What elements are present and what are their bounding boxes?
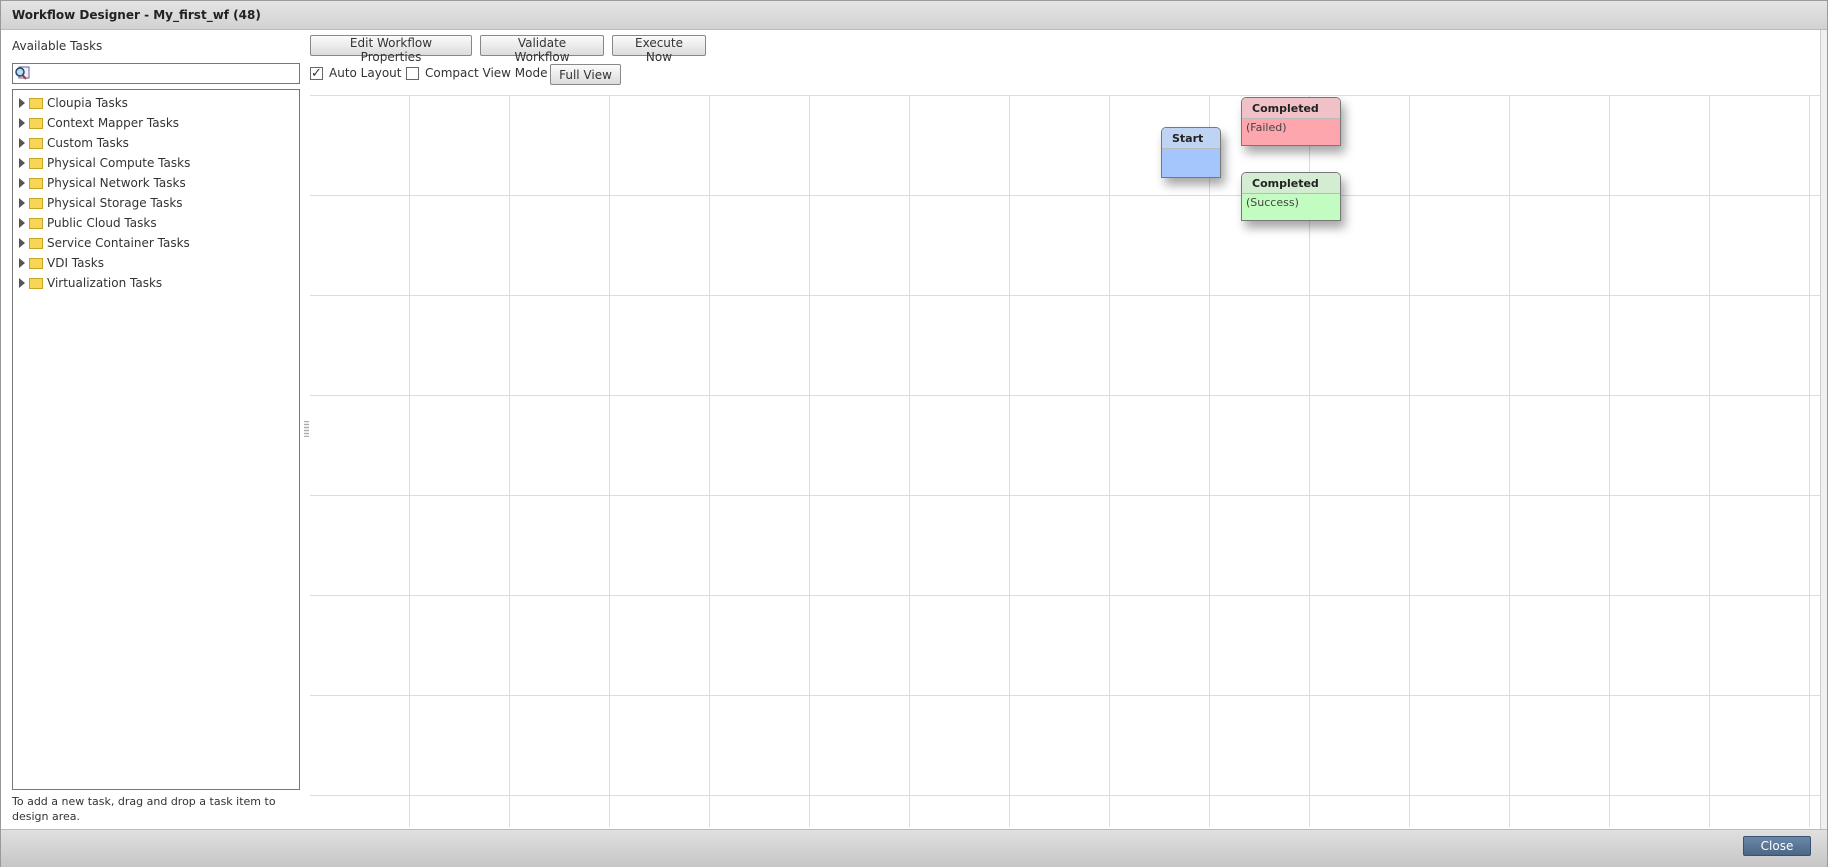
design-canvas[interactable]: Start Completed (Failed) Completed (Succ… (310, 95, 1822, 827)
tree-item-label: Physical Compute Tasks (47, 156, 191, 170)
completed-success-node[interactable]: Completed (Success) (1241, 172, 1341, 221)
available-tasks-label: Available Tasks (12, 39, 103, 53)
tree-item-label: Virtualization Tasks (47, 276, 163, 290)
checkbox-checked-icon[interactable]: ✓ (310, 66, 323, 80)
tree-item-label: Physical Network Tasks (47, 176, 186, 190)
tree-item[interactable]: Cloupia Tasks (13, 93, 299, 113)
success-node-title: Completed (1242, 173, 1340, 194)
auto-layout-label: Auto Layout (329, 66, 402, 80)
folder-icon (29, 197, 43, 209)
start-node-body (1162, 149, 1220, 177)
tree-item-label: Public Cloud Tasks (47, 216, 157, 230)
execute-now-button[interactable]: Execute Now (612, 35, 706, 64)
folder-icon (29, 257, 43, 269)
folder-icon (29, 97, 43, 109)
expand-arrow-icon[interactable] (19, 158, 25, 168)
validate-workflow-button[interactable]: Validate Workflow (480, 35, 604, 64)
success-node-subtitle: (Success) (1242, 194, 1340, 220)
tree-item-label: VDI Tasks (47, 256, 104, 270)
compact-view-checkbox[interactable]: Compact View Mode (406, 66, 547, 80)
tree-item[interactable]: Public Cloud Tasks (13, 213, 299, 233)
folder-icon (29, 177, 43, 189)
window-title: Workflow Designer - My_first_wf (48) (1, 1, 1827, 30)
close-button[interactable]: Close (1743, 836, 1811, 856)
expand-arrow-icon[interactable] (19, 138, 25, 148)
checkbox-unchecked-icon[interactable] (406, 66, 419, 80)
tree-item-label: Cloupia Tasks (47, 96, 128, 110)
tree-item[interactable]: Physical Network Tasks (13, 173, 299, 193)
tree-item[interactable]: VDI Tasks (13, 253, 299, 273)
tree-item-label: Physical Storage Tasks (47, 196, 183, 210)
tree-item-label: Custom Tasks (47, 136, 129, 150)
folder-icon (29, 237, 43, 249)
tree-item-label: Context Mapper Tasks (47, 116, 180, 130)
start-node-title: Start (1162, 128, 1220, 149)
compact-view-label: Compact View Mode (425, 66, 548, 80)
dialog-footer (1, 829, 1827, 867)
workflow-designer-window: Workflow Designer - My_first_wf (48) Ava… (0, 0, 1828, 867)
tree-item[interactable]: Custom Tasks (13, 133, 299, 153)
expand-arrow-icon[interactable] (19, 178, 25, 188)
tree-item[interactable]: Physical Compute Tasks (13, 153, 299, 173)
search-icon (15, 66, 30, 80)
task-search-field[interactable] (12, 63, 300, 84)
help-text: To add a new task, drag and drop a task … (12, 795, 276, 823)
failed-node-subtitle: (Failed) (1242, 119, 1340, 145)
task-tree: Cloupia Tasks Context Mapper Tasks Custom … (12, 89, 300, 790)
auto-layout-checkbox[interactable]: ✓ Auto Layout (310, 66, 401, 80)
folder-icon (29, 117, 43, 129)
folder-icon (29, 277, 43, 289)
expand-arrow-icon[interactable] (19, 258, 25, 268)
start-node[interactable]: Start (1161, 127, 1221, 178)
expand-arrow-icon[interactable] (19, 98, 25, 108)
folder-icon (29, 137, 43, 149)
expand-arrow-icon[interactable] (19, 118, 25, 128)
full-view-button[interactable]: Full View (550, 64, 621, 85)
folder-icon (29, 157, 43, 169)
expand-arrow-icon[interactable] (19, 238, 25, 248)
window-scrollbar[interactable] (1820, 30, 1827, 829)
expand-arrow-icon[interactable] (19, 198, 25, 208)
task-search-input[interactable] (33, 64, 295, 83)
tree-item[interactable]: Service Container Tasks (13, 233, 299, 253)
failed-node-title: Completed (1242, 98, 1340, 119)
expand-arrow-icon[interactable] (19, 218, 25, 228)
tree-item[interactable]: Virtualization Tasks (13, 273, 299, 293)
panel-splitter-handle[interactable] (304, 421, 309, 437)
tree-item[interactable]: Context Mapper Tasks (13, 113, 299, 133)
tree-item-label: Service Container Tasks (47, 236, 190, 250)
tree-item[interactable]: Physical Storage Tasks (13, 193, 299, 213)
expand-arrow-icon[interactable] (19, 278, 25, 288)
completed-failed-node[interactable]: Completed (Failed) (1241, 97, 1341, 146)
edit-workflow-properties-button[interactable]: Edit Workflow Properties (310, 35, 472, 64)
folder-icon (29, 217, 43, 229)
